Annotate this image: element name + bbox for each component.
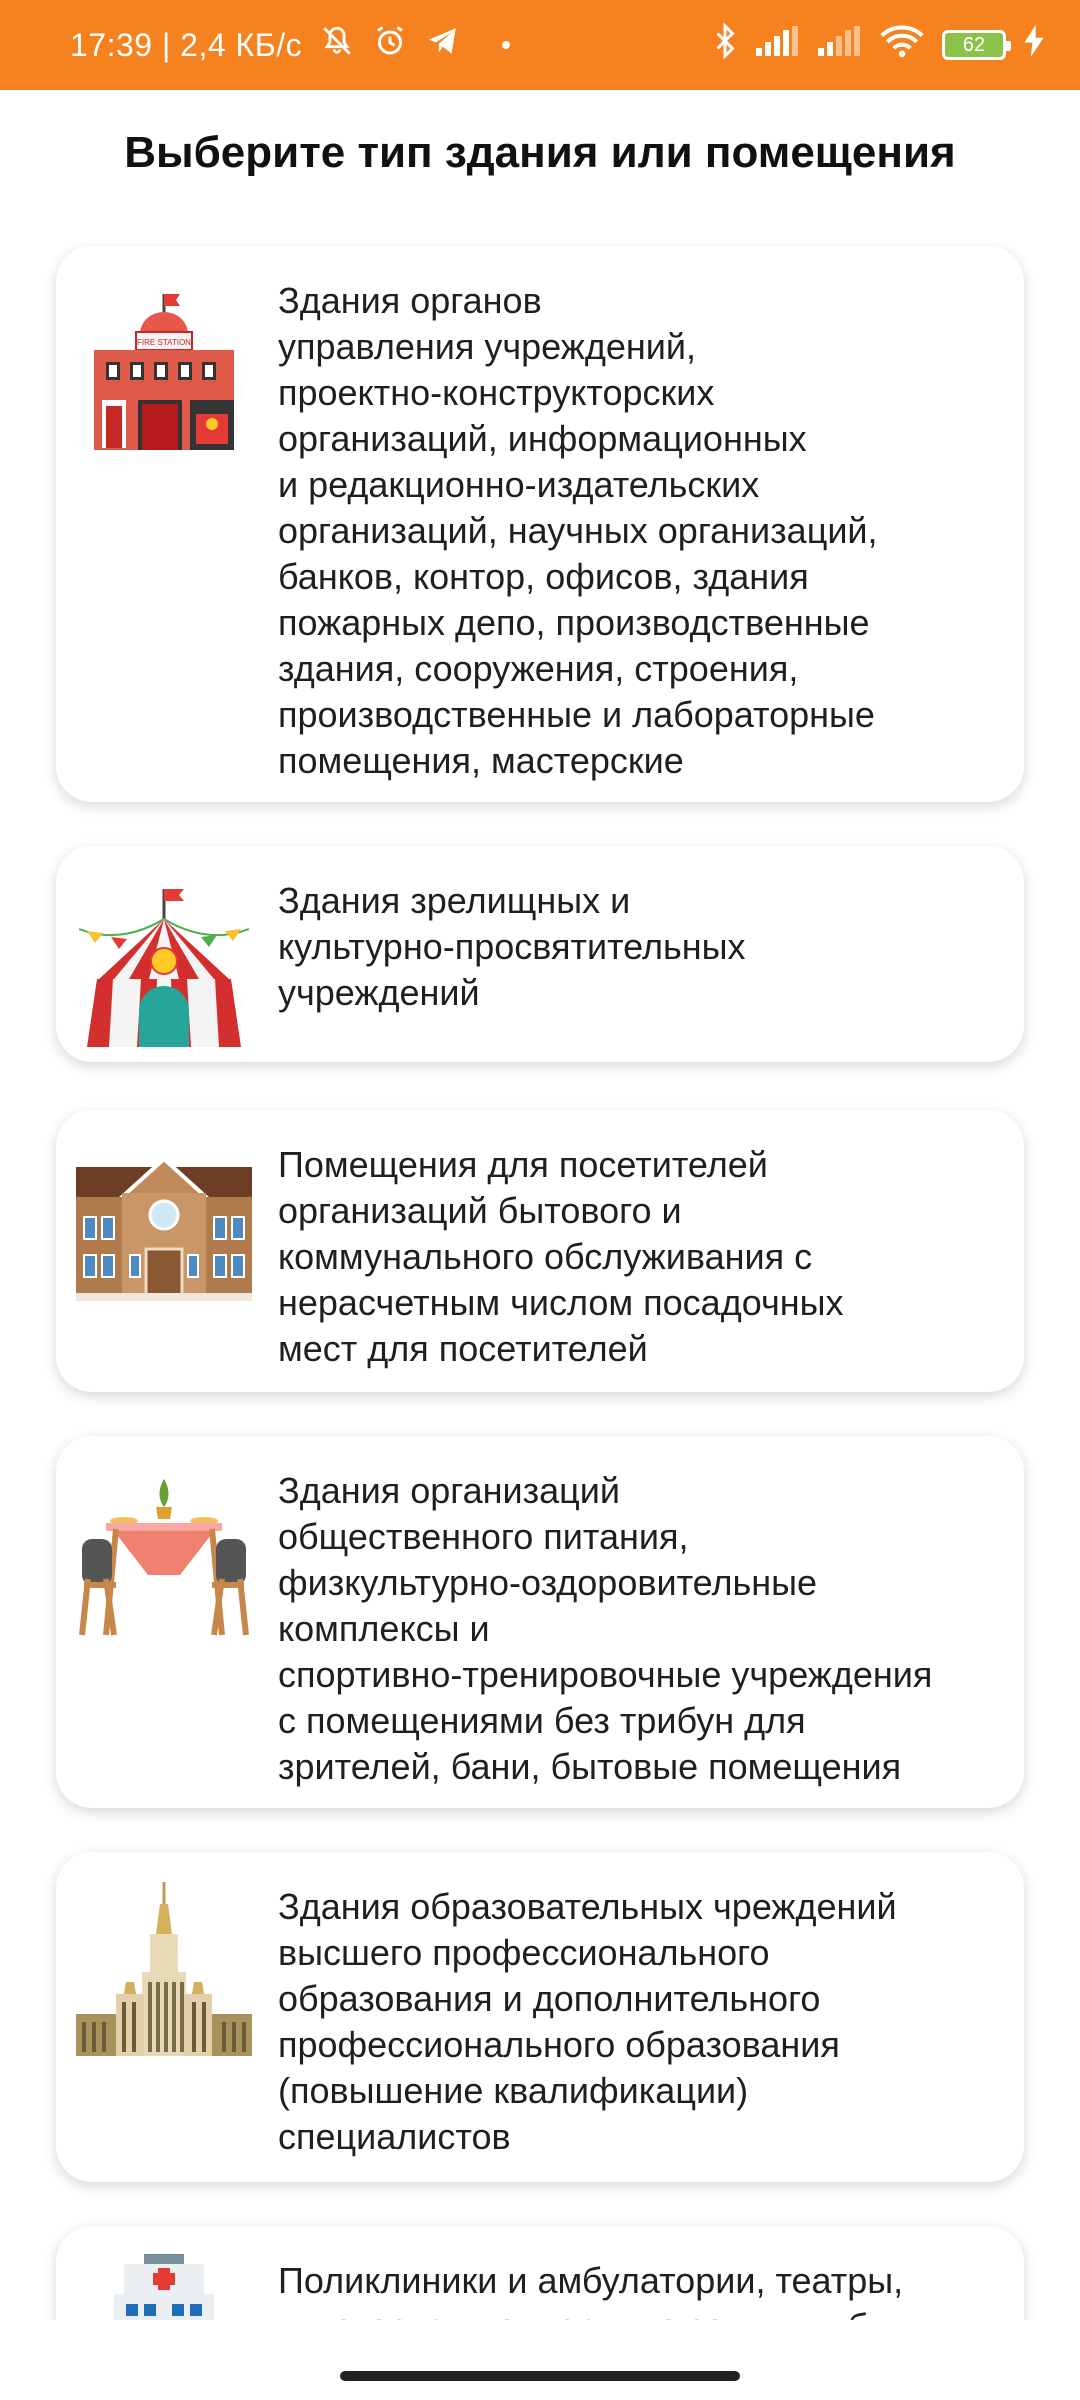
building-type-card[interactable]: Помещения для посетителей организаций бы… (56, 1110, 1024, 1392)
building-type-label: Здания зрелищных и культурно-просвятител… (278, 880, 746, 1013)
building-type-list[interactable]: FIRE STATION Здания органов управления у… (0, 240, 1080, 2320)
fire-station-sign: FIRE STATION (137, 338, 191, 347)
university-building-icon (76, 1880, 252, 2060)
bluetooth-icon (712, 22, 738, 67)
building-type-label: Поликлиники и амбулатории, театры, кинот… (278, 2260, 904, 2320)
building-type-label: Помещения для посетителей организаций бы… (278, 1144, 844, 1369)
signal-2-icon (818, 26, 862, 64)
page-title: Выберите тип здания или помещения (124, 128, 956, 177)
hospital-icon (76, 2254, 252, 2320)
charging-icon (1024, 25, 1044, 65)
circus-tent-icon (76, 874, 252, 1054)
status-time-speed: 17:39 | 2,4 КБ/с (70, 26, 303, 63)
building-type-card[interactable]: Здания организаций общественного питания… (56, 1436, 1024, 1808)
signal-1-icon (756, 26, 800, 64)
building-type-card[interactable]: Здания образовательных чреждений высшего… (56, 1852, 1024, 2182)
building-type-label: Здания органов управления учреждений, пр… (278, 280, 878, 781)
fire-station-icon: FIRE STATION (76, 274, 252, 454)
alarm-icon (372, 23, 408, 67)
wifi-icon (880, 24, 924, 66)
status-bar-right: 62 (712, 22, 1044, 67)
building-type-card[interactable]: Здания зрелищных и культурно-просвятител… (56, 846, 1024, 1062)
battery-level: 62 (962, 33, 986, 56)
service-building-icon (76, 1138, 252, 1318)
more-notifications-dot-icon (502, 41, 511, 49)
status-bar: 17:39 | 2,4 КБ/с 62 (0, 0, 1080, 90)
home-gesture-bar[interactable] (340, 2371, 740, 2381)
building-type-label: Здания организаций общественного питания… (278, 1470, 933, 1787)
notifications-muted-icon (320, 24, 354, 66)
status-bar-left: 17:39 | 2,4 КБ/с (70, 23, 511, 67)
building-type-card[interactable]: Поликлиники и амбулатории, театры, кинот… (56, 2226, 1024, 2320)
battery-icon: 62 (942, 30, 1011, 60)
telegram-icon (426, 24, 460, 66)
dining-table-icon (76, 1464, 252, 1644)
building-type-label: Здания образовательных чреждений высшего… (278, 1886, 897, 2157)
building-type-card[interactable]: FIRE STATION Здания органов управления у… (56, 246, 1024, 802)
